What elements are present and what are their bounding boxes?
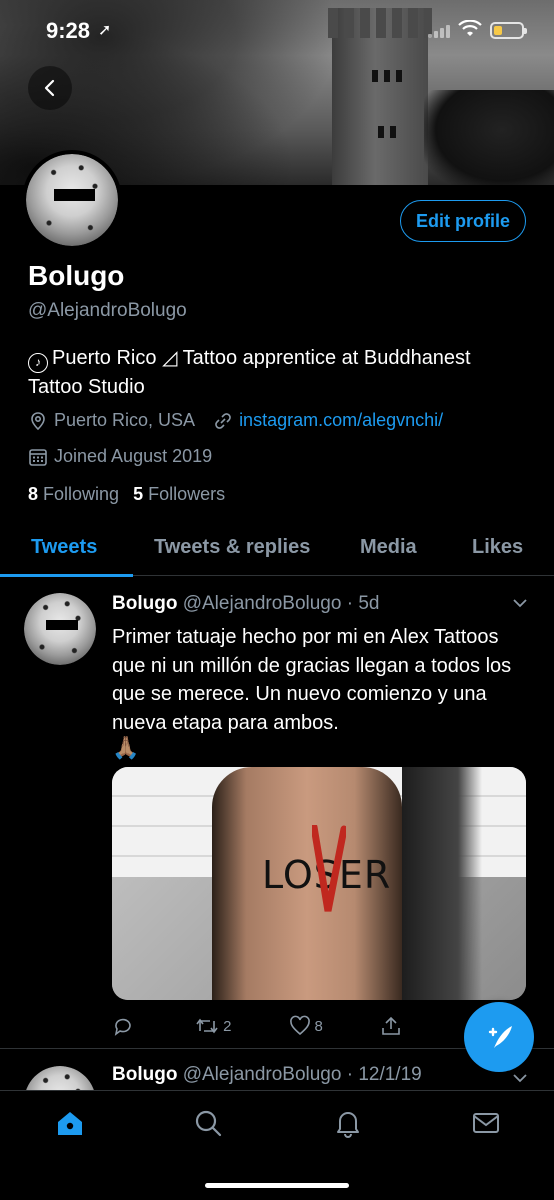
tweet-emoji: 🙏🏽 <box>112 735 140 760</box>
link-icon <box>215 412 231 429</box>
reply-button[interactable] <box>112 1015 138 1037</box>
joined-date: Joined August 2019 <box>54 446 213 466</box>
tweet-handle-time: @AlejandroBolugo · 5d <box>182 593 380 614</box>
calendar-icon <box>29 448 47 466</box>
share-button[interactable] <box>380 1015 402 1037</box>
tweet-avatar[interactable] <box>24 593 96 665</box>
tweet-media-image[interactable]: LOSER <box>112 767 526 1000</box>
tweet-header: Bolugo @AlejandroBolugo · 5d <box>112 593 379 615</box>
profile-tabs: Tweets Tweets & replies Media Likes <box>0 522 554 577</box>
chevron-down-icon[interactable] <box>510 1068 530 1088</box>
like-button[interactable]: 8 <box>289 1015 323 1037</box>
followers-count: 5 <box>133 484 144 504</box>
following-count: 8 <box>28 484 39 504</box>
avatar-image <box>24 1066 96 1090</box>
profile-bio: ♪ Puerto Rico ◿ Tattoo apprentice at Budd… <box>28 344 528 402</box>
tower-window <box>378 126 384 138</box>
retweet-button[interactable]: 2 <box>195 1015 231 1037</box>
heart-icon <box>289 1015 310 1036</box>
tab-likes[interactable]: Likes <box>472 536 523 559</box>
cellular-signal-icon <box>428 24 450 38</box>
status-bar: 9:28 ➚ <box>0 0 554 60</box>
bio-line-1: Puerto Rico ◿ Tattoo apprentice at Buddh… <box>52 347 471 369</box>
followers-label: Followers <box>148 484 226 504</box>
avatar-image <box>26 154 118 246</box>
chevron-left-icon <box>44 79 55 97</box>
tab-tweets[interactable]: Tweets <box>31 536 97 559</box>
back-button[interactable] <box>28 66 72 110</box>
tweet-handle-time: @AlejandroBolugo · 12/1/19 <box>182 1064 422 1085</box>
following-label: Following <box>43 484 120 504</box>
avatar-image <box>24 593 96 665</box>
tower-window <box>372 70 378 82</box>
chevron-down-icon[interactable] <box>510 593 530 613</box>
tower-window <box>384 70 390 82</box>
tower-window <box>390 126 396 138</box>
messages-envelope-icon[interactable] <box>470 1107 502 1139</box>
tower-window <box>396 70 402 82</box>
battery-icon <box>490 22 527 39</box>
profile-joined: Joined August 2019 <box>28 446 212 467</box>
profile-name: Bolugo <box>28 260 125 291</box>
wifi-icon <box>458 20 482 36</box>
retweet-count: 2 <box>223 1017 232 1035</box>
tab-tweets-replies[interactable]: Tweets & replies <box>154 536 310 559</box>
profile-location: Puerto Rico, USA <box>54 410 196 430</box>
media-shadow <box>402 767 482 1000</box>
follow-counts: 8 Following 5 Followers <box>28 484 225 505</box>
tab-media[interactable]: Media <box>360 536 417 559</box>
banner-trees <box>424 90 554 185</box>
profile-handle: @AlejandroBolugo <box>28 300 187 321</box>
tweet-actions: 2 8 <box>112 1015 402 1037</box>
tweet-author-name: Bolugo <box>112 593 178 614</box>
profile-avatar[interactable] <box>22 150 122 250</box>
search-icon[interactable] <box>192 1107 224 1139</box>
retweet-icon <box>196 1018 218 1034</box>
tweet-text: Primer tatuaje hecho por mi en Alex Tatt… <box>112 626 512 734</box>
music-note-icon: ♪ <box>28 353 48 373</box>
compose-tweet-button[interactable] <box>464 1002 534 1072</box>
profile-website-link[interactable]: instagram.com/alegvnchi/ <box>239 410 443 431</box>
bio-line-2: Tattoo Studio <box>28 376 145 398</box>
edit-profile-button[interactable]: Edit profile <box>400 200 526 242</box>
profile-meta: Puerto Rico, USA instagram.com/alegvnchi… <box>28 410 443 431</box>
location-arrow-icon: ➚ <box>98 22 112 39</box>
tweet[interactable]: Bolugo @AlejandroBolugo · 5d Primer tatu… <box>0 577 554 1049</box>
compose-feather-icon <box>488 1026 512 1048</box>
status-time: 9:28 <box>46 18 91 43</box>
tweet-header: Bolugo @AlejandroBolugo · 12/1/19 <box>112 1064 422 1086</box>
home-icon[interactable] <box>54 1107 86 1139</box>
tweet-avatar[interactable] <box>24 1066 96 1090</box>
followers-link[interactable]: 5 Followers <box>133 484 225 505</box>
tattoo-red-v <box>312 825 346 912</box>
like-count: 8 <box>314 1017 323 1035</box>
home-indicator <box>205 1183 349 1188</box>
tweet-author-name: Bolugo <box>112 1064 178 1085</box>
bottom-navigation <box>0 1090 554 1200</box>
reply-icon <box>114 1018 131 1036</box>
following-link[interactable]: 8 Following <box>28 484 119 505</box>
share-icon <box>382 1016 400 1035</box>
notifications-bell-icon[interactable] <box>332 1107 364 1139</box>
location-pin-icon <box>31 411 45 430</box>
